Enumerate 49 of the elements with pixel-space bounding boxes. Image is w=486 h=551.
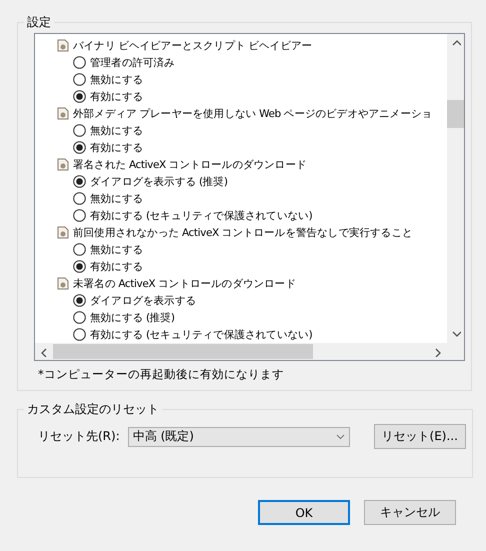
radio-button[interactable] bbox=[73, 124, 86, 137]
cancel-button[interactable]: キャンセル bbox=[364, 500, 456, 525]
setting-label: 外部メディア プレーヤーを使用しない Web ページのビデオやアニメーショ bbox=[73, 106, 432, 120]
radio-button[interactable] bbox=[73, 73, 86, 86]
radio-button[interactable] bbox=[73, 294, 86, 307]
option-label[interactable]: 有効にする bbox=[90, 90, 144, 104]
setting-label: 未署名の ActiveX コントロールのダウンロード bbox=[73, 276, 296, 290]
setting-label: 署名された ActiveX コントロールのダウンロード bbox=[73, 158, 307, 172]
radio-button[interactable] bbox=[73, 328, 86, 341]
reset-button[interactable]: リセット(E)... bbox=[374, 424, 466, 449]
scrollbar-thumb[interactable] bbox=[447, 100, 464, 128]
setting-label: 前回使用されなかった ActiveX コントロールを警告なしで実行すること bbox=[73, 226, 413, 240]
option-label[interactable]: 有効にする bbox=[90, 140, 144, 154]
radio-button[interactable] bbox=[73, 311, 86, 324]
option-label[interactable]: 有効にする (セキュリティで保護されていない) bbox=[90, 208, 312, 222]
group-title: カスタム設定のリセット bbox=[26, 401, 160, 418]
option-label[interactable]: 無効にする bbox=[90, 72, 144, 86]
settings-document-icon bbox=[57, 277, 69, 290]
settings-document-icon bbox=[57, 107, 69, 120]
setting-label: バイナリ ビヘイビアーとスクリプト ビヘイビアー bbox=[73, 38, 312, 52]
option-label[interactable]: 有効にする (セキュリティで保護されていない) bbox=[90, 328, 312, 342]
option-label[interactable]: 無効にする bbox=[90, 124, 144, 138]
option-label[interactable]: 無効にする (推奨) bbox=[90, 310, 175, 324]
option-label[interactable]: ダイアログを表示する bbox=[90, 294, 196, 308]
ok-button[interactable]: OK bbox=[258, 500, 350, 525]
radio-button[interactable] bbox=[73, 90, 86, 103]
horizontal-scrollbar[interactable] bbox=[35, 343, 447, 360]
radio-button[interactable] bbox=[73, 260, 86, 273]
group-title: 設定 bbox=[26, 14, 52, 31]
option-label[interactable]: 管理者の許可済み bbox=[90, 56, 175, 70]
radio-button[interactable] bbox=[73, 175, 86, 188]
settings-document-icon bbox=[57, 158, 69, 171]
settings-document-icon bbox=[57, 39, 69, 52]
caret-icon bbox=[336, 434, 345, 440]
option-label[interactable]: 無効にする bbox=[90, 242, 144, 256]
radio-button[interactable] bbox=[73, 209, 86, 222]
radio-button[interactable] bbox=[73, 56, 86, 69]
settings-document-icon bbox=[57, 226, 69, 239]
option-label[interactable]: ダイアログを表示する (推奨) bbox=[90, 174, 228, 188]
option-label[interactable]: 有効にする bbox=[90, 260, 144, 274]
radio-button[interactable] bbox=[73, 141, 86, 154]
vertical-scrollbar[interactable] bbox=[447, 34, 464, 343]
scrollbar-thumb[interactable] bbox=[53, 344, 313, 359]
reset-level-dropdown[interactable]: 中高 (既定) bbox=[128, 426, 350, 446]
radio-button[interactable] bbox=[73, 192, 86, 205]
restart-note: *コンピューターの再起動後に有効になります bbox=[37, 367, 285, 382]
option-label[interactable]: 無効にする bbox=[90, 192, 144, 206]
reset-label: リセット先(R): bbox=[38, 428, 120, 445]
radio-button[interactable] bbox=[73, 243, 86, 256]
